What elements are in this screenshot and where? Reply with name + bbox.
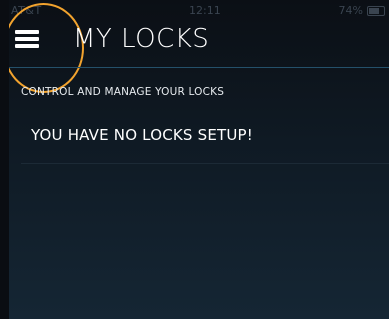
status-bar: AT&T 12:11 74% [9, 0, 389, 20]
app-header: MY LOCKS [9, 3, 389, 93]
empty-state-message: YOU HAVE NO LOCKS SETUP! [31, 126, 254, 144]
header-divider [9, 67, 389, 68]
app-screen: AT&T 12:11 74% MY LOCKS CONTROL AND MANA… [9, 0, 389, 319]
battery-percent: 74% [338, 4, 363, 17]
battery-icon [367, 5, 385, 16]
page-title: MY LOCKS [73, 24, 210, 54]
hamburger-menu-icon [15, 30, 39, 34]
menu-button[interactable] [9, 3, 84, 93]
status-icons: 74% [339, 4, 385, 17]
page-subtitle: CONTROL AND MANAGE YOUR LOCKS [21, 86, 225, 98]
clock: 12:11 [189, 4, 221, 17]
carrier-label: AT&T [11, 4, 42, 17]
content-divider [21, 163, 389, 164]
